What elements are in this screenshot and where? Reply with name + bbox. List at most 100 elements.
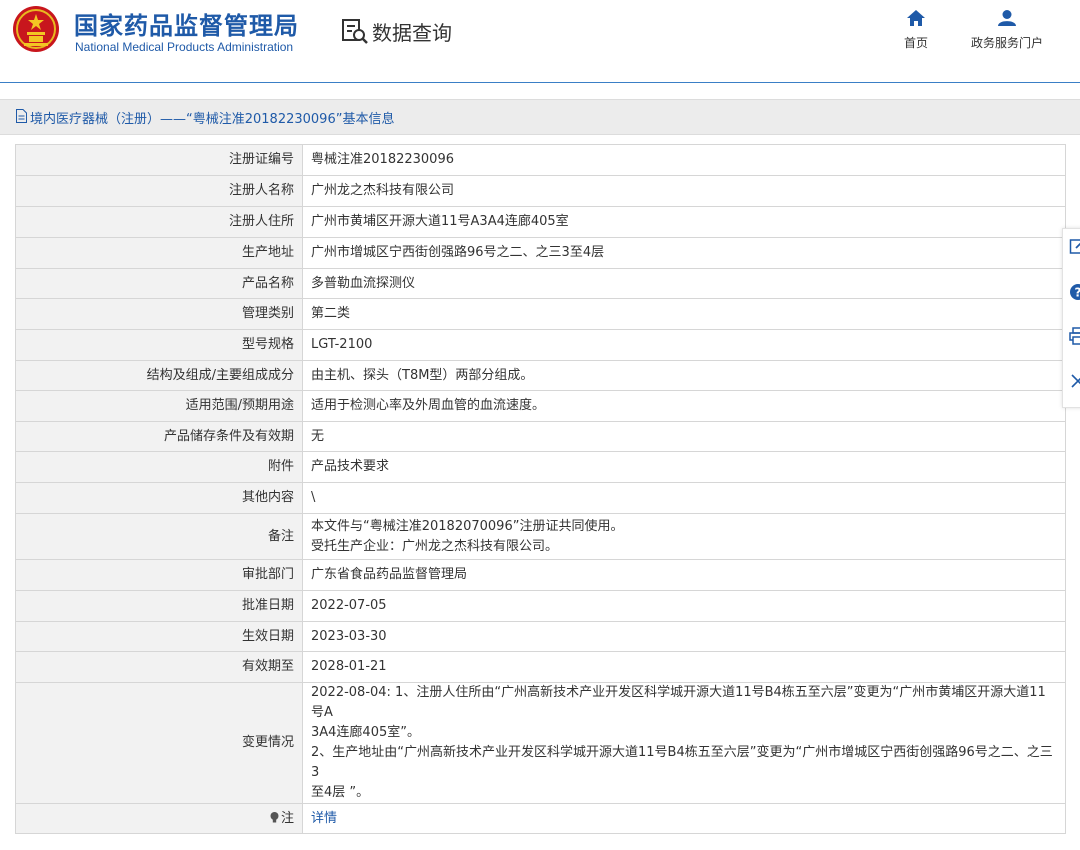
table-row: 注册证编号 粤械注准20182230096	[15, 144, 1066, 176]
row-label: 审批部门	[15, 559, 303, 591]
table-row: 其他内容 \	[15, 482, 1066, 514]
row-value-line: 本文件与“粤械注准20182070096”注册证共同使用。	[311, 518, 624, 534]
row-value-line: \	[311, 490, 316, 505]
table-row: 生产地址 广州市增城区宁西街创强路96号之二、之三3至4层	[15, 237, 1066, 269]
row-value: 多普勒血流探测仪	[302, 268, 1066, 299]
row-label: 管理类别	[15, 298, 303, 330]
table-row: 备注 本文件与“粤械注准20182070096”注册证共同使用。 受托生产企业：广州…	[15, 513, 1066, 560]
row-label: 生效日期	[15, 621, 303, 652]
row-value: 2023-03-30	[302, 621, 1066, 652]
row-value: 广州市黄埔区开源大道11号A3A4连廊405室	[302, 206, 1066, 238]
row-value-line: 广州龙之杰科技有限公司	[311, 183, 455, 198]
row-value: 本文件与“粤械注准20182070096”注册证共同使用。 受托生产企业：广州龙之…	[302, 513, 1066, 560]
row-value-line: 2022-08-04: 1、注册人住所由“广州高新技术产业开发区科学城开源大道1…	[311, 685, 1046, 720]
row-label: 产品储存条件及有效期	[15, 421, 303, 452]
row-label: 有效期至	[15, 651, 303, 683]
row-value: 粤械注准20182230096	[302, 144, 1066, 176]
row-value-line: 适用于检测心率及外周血管的血流速度。	[311, 398, 546, 413]
row-label: 注册证编号	[15, 144, 303, 176]
row-value: 2022-07-05	[302, 590, 1066, 622]
row-label: 变更情况	[15, 682, 303, 804]
row-value-line: 多普勒血流探测仪	[311, 275, 416, 291]
table-row: 审批部门 广东省食品药品监督管理局	[15, 559, 1066, 591]
row-label: 注册人名称	[15, 175, 303, 207]
registration-info-table: 注册证编号 粤械注准20182230096 注册人名称 广州龙之杰科技有限公司 注册人住…	[15, 144, 1066, 834]
row-label: 注册人住所	[15, 206, 303, 238]
row-label: 备注	[15, 513, 303, 560]
row-value: \	[302, 482, 1066, 514]
row-label: 其他内容	[15, 482, 303, 514]
table-row-note: 注 详情	[15, 803, 1066, 834]
user-icon	[998, 10, 1016, 26]
print-icon[interactable]	[1069, 327, 1080, 345]
record-title-bar: 境内医疗器械（注册）——“粤械注准20182230096”基本信息	[0, 99, 1080, 135]
row-value-line: 3A4连廊405室”。	[311, 725, 420, 740]
row-value: 2022-08-04: 1、注册人住所由“广州高新技术产业开发区科学城开源大道1…	[302, 682, 1066, 804]
row-label: 产品名称	[15, 268, 303, 299]
bulb-icon	[270, 811, 279, 822]
table-row: 有效期至 2028-01-21	[15, 651, 1066, 683]
row-value: LGT-2100	[302, 329, 1066, 361]
data-query-icon	[342, 19, 368, 44]
row-value-line: 受托生产企业：广州龙之杰科技有限公司。	[311, 538, 559, 554]
edit-icon[interactable]	[1069, 237, 1080, 255]
row-value-line: LGT-2100	[311, 337, 373, 352]
row-value-line: 至4层 ”。	[311, 785, 370, 800]
document-icon	[16, 109, 27, 123]
logo-title-cn: 国家药品监督管理局	[74, 12, 299, 40]
row-value-line: 产品技术要求	[311, 459, 390, 474]
row-value: 第二类	[302, 298, 1066, 330]
row-value-line: 2、生产地址由“广州高新技术产业开发区科学城开源大道11号B4栋五至六层”变更为…	[311, 745, 1053, 780]
detail-link[interactable]: 详情	[311, 811, 337, 826]
nav-home[interactable]: 首页	[900, 10, 932, 51]
table-row: 批准日期 2022-07-05	[15, 590, 1066, 622]
row-label: 型号规格	[15, 329, 303, 361]
national-emblem-icon	[13, 6, 59, 52]
side-toolbar: ?	[1062, 228, 1080, 408]
home-icon	[907, 10, 925, 26]
row-value: 无	[302, 421, 1066, 452]
table-row: 适用范围/预期用途 适用于检测心率及外周血管的血流速度。	[15, 390, 1066, 422]
table-row: 注册人名称 广州龙之杰科技有限公司	[15, 175, 1066, 207]
row-label: 适用范围/预期用途	[15, 390, 303, 422]
row-label: 结构及组成/主要组成成分	[15, 360, 303, 391]
row-value: 2028-01-21	[302, 651, 1066, 683]
nav-home-label: 首页	[903, 36, 928, 50]
table-row: 生效日期 2023-03-30	[15, 621, 1066, 652]
row-value-line: 由主机、探头（T8M型）两部分组成。	[311, 367, 534, 383]
site-header: 国家药品监督管理局 National Medical Products Admi…	[0, 0, 1080, 83]
table-row: 注册人住所 广州市黄埔区开源大道11号A3A4连廊405室	[15, 206, 1066, 238]
row-value-line: 广州市增城区宁西街创强路96号之二、之三3至4层	[311, 245, 605, 260]
row-value-line: 2028-01-21	[311, 659, 387, 674]
table-row: 变更情况 2022-08-04: 1、注册人住所由“广州高新技术产业开发区科学城开…	[15, 682, 1066, 804]
row-value-line: 无	[311, 428, 325, 444]
row-label: 附件	[15, 451, 303, 483]
row-value: 产品技术要求	[302, 451, 1066, 483]
row-value-line: 粤械注准20182230096	[311, 152, 454, 167]
table-row: 结构及组成/主要组成成分 由主机、探头（T8M型）两部分组成。	[15, 360, 1066, 391]
table-row: 产品储存条件及有效期无	[15, 421, 1066, 452]
help-icon[interactable]: ?	[1069, 283, 1080, 301]
nav-service-portal-label: 政务服务门户	[970, 36, 1043, 50]
nav-service-portal[interactable]: 政务服务门户	[964, 10, 1050, 51]
note-value-cell: 详情	[302, 803, 1066, 834]
row-value-line: 广东省食品药品监督管理局	[311, 567, 468, 582]
row-value: 广东省食品药品监督管理局	[302, 559, 1066, 591]
svg-text:?: ?	[1075, 286, 1080, 300]
row-label: 生产地址	[15, 237, 303, 269]
record-title: 境内医疗器械（注册）——“粤械注准20182230096”基本信息	[30, 112, 395, 127]
note-label-cell: 注	[15, 803, 303, 834]
close-icon[interactable]	[1069, 372, 1080, 390]
table-row: 产品名称 多普勒血流探测仪	[15, 268, 1066, 299]
table-row: 附件 产品技术要求	[15, 451, 1066, 483]
row-value: 广州市增城区宁西街创强路96号之二、之三3至4层	[302, 237, 1066, 269]
row-label: 批准日期	[15, 590, 303, 622]
row-value: 广州龙之杰科技有限公司	[302, 175, 1066, 207]
row-value: 由主机、探头（T8M型）两部分组成。	[302, 360, 1066, 391]
row-value-line: 第二类	[311, 306, 351, 321]
data-query-title: 数据查询	[372, 21, 452, 45]
logo-title-en: National Medical Products Administration	[75, 40, 294, 54]
table-row: 管理类别 第二类	[15, 298, 1066, 330]
row-value-line: 2022-07-05	[311, 598, 387, 613]
row-value-line: 广州市黄埔区开源大道11号A3A4连廊405室	[311, 214, 569, 229]
